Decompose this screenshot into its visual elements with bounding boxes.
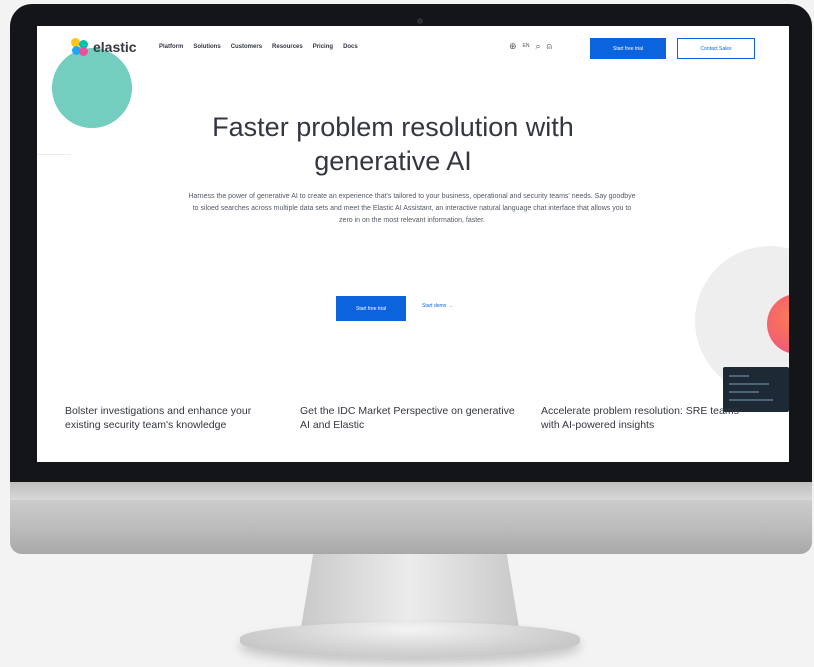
logo-text: elastic (93, 39, 137, 55)
nav-link-solutions[interactable]: Solutions (193, 44, 220, 50)
globe-icon[interactable]: ⊕ (509, 41, 517, 51)
start-demo-link[interactable]: Start demo → (422, 303, 453, 309)
feature-card-sre[interactable]: Accelerate problem resolution: SRE teams… (541, 404, 741, 432)
camera-dot (417, 18, 423, 24)
faint-decor-text: ──────── ─ (37, 152, 71, 158)
nav-link-customers[interactable]: Customers (231, 44, 262, 50)
hero-title-line-2: generative AI (314, 146, 472, 176)
top-nav: elastic Platform Solutions Customers Res… (37, 26, 789, 70)
nav-link-platform[interactable]: Platform (159, 44, 183, 50)
feature-card-security[interactable]: Bolster investigations and enhance your … (65, 404, 285, 432)
user-icon[interactable]: ⍝ (547, 41, 552, 51)
nav-links: Platform Solutions Customers Resources P… (159, 44, 358, 50)
search-icon[interactable]: ⌕ (536, 41, 541, 51)
browser-viewport: ──────── ─ elastic Platform Solutions Cu… (37, 26, 789, 462)
monitor-stand-base (240, 622, 580, 658)
nav-link-pricing[interactable]: Pricing (313, 44, 333, 50)
nav-utilities: ⊕ EN ⌕ ⍝ (509, 41, 552, 51)
nav-link-docs[interactable]: Docs (343, 44, 358, 50)
language-label[interactable]: EN (523, 41, 530, 51)
elastic-logo-icon (71, 38, 89, 56)
hero-start-trial-button[interactable]: Start free trial (336, 296, 406, 321)
monitor-chin-edge (10, 482, 812, 500)
hero-description: Harness the power of generative AI to cr… (188, 193, 636, 224)
feature-card-idc[interactable]: Get the IDC Market Perspective on genera… (300, 404, 515, 432)
hero-title-line-1: Faster problem resolution with (212, 112, 574, 142)
elastic-logo[interactable]: elastic (71, 38, 137, 56)
hero-title: Faster problem resolution with generativ… (173, 110, 613, 178)
contact-sales-button[interactable]: Contact Sales (677, 38, 755, 59)
nav-link-resources[interactable]: Resources (272, 44, 303, 50)
start-free-trial-button[interactable]: Start free trial (590, 38, 666, 59)
